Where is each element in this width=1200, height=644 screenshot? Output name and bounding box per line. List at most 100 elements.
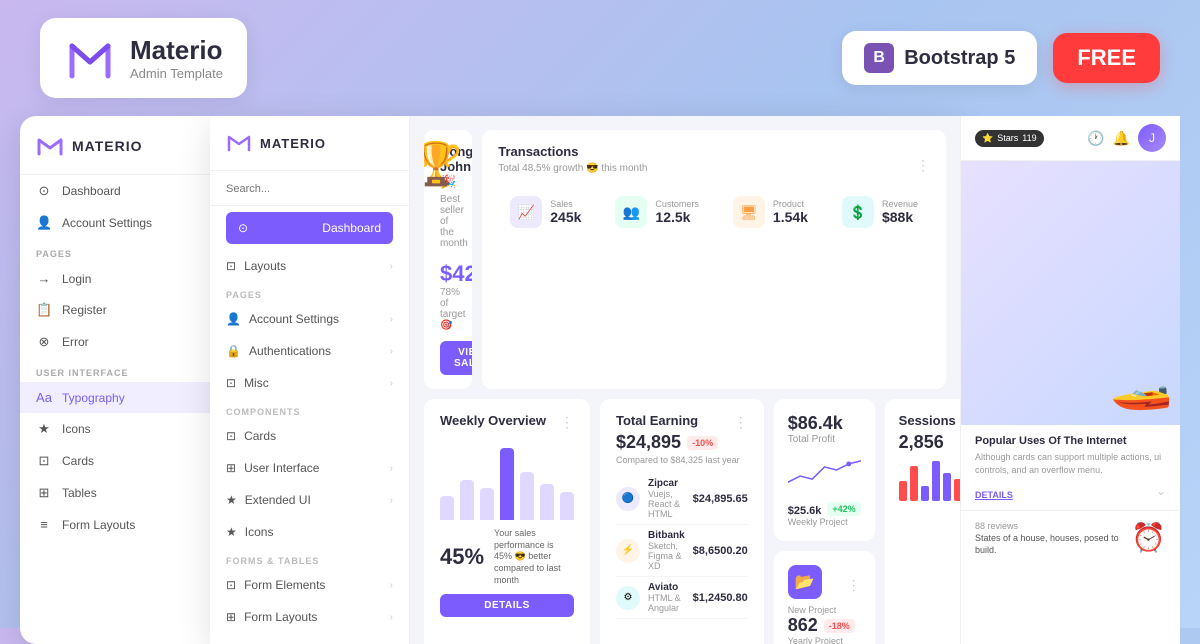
sidebar-item-tables[interactable]: ⊞ Tables	[20, 477, 210, 509]
main-area: MATERIO ⊙ Dashboard 👤 Account Settings P…	[0, 116, 1200, 644]
search-input[interactable]	[226, 183, 393, 195]
earning-item-zipcar: 🔵 Zipcar Vuejs, React & HTML $24,895.65	[616, 473, 748, 525]
bitbank-icon: ⚡	[616, 539, 640, 563]
dashboard-content: Congratulations John! 🎉 Best seller of t…	[410, 116, 960, 644]
nav-item-cards[interactable]: ⊡Cards	[210, 420, 409, 452]
right-bottom: Popular Uses Of The Internet Although ca…	[961, 425, 1180, 510]
earning-menu[interactable]: ⋮	[734, 414, 748, 431]
product-icon: 🖥	[733, 196, 765, 228]
account-icon: 👤	[36, 215, 52, 231]
nav-header: MATERIO	[210, 116, 409, 171]
bar-6	[540, 484, 554, 520]
nav-dashboard-label: Dashboard	[322, 221, 381, 235]
error-icon: ⊗	[36, 334, 52, 350]
bar-4	[500, 448, 514, 520]
sidebar-item-form-layouts[interactable]: ≡ Form Layouts	[20, 509, 210, 540]
nav-item-misc[interactable]: ⊡Misc ›	[210, 367, 409, 399]
nav-search[interactable]	[210, 171, 409, 206]
nav-forms-label: FORMS & TABLES	[210, 548, 409, 569]
project-badge: -18%	[824, 619, 855, 633]
nav-form-elem-icon: ⊡	[226, 578, 236, 592]
sessions-card: Sessions 2,856	[885, 399, 960, 644]
center-panel: MATERIO ⊙ Dashboard ⊡Layouts › PAGES 👤Ac…	[210, 116, 960, 644]
reviews-count: 88 reviews	[975, 521, 1123, 531]
nav-item-form-elements[interactable]: ⊡Form Elements ›	[210, 569, 409, 601]
free-badge: FREE	[1053, 33, 1160, 83]
register-icon: 📋	[36, 302, 52, 318]
transactions-header: Transactions Total 48.5% growth 😎 this m…	[498, 144, 930, 186]
nav-icons-label: Icons	[245, 525, 274, 539]
typography-icon: Aa	[36, 390, 52, 405]
nav-logo: MATERIO	[226, 130, 326, 156]
aviato-info: Aviato HTML & Angular	[648, 582, 685, 613]
project-menu[interactable]: ⋮	[847, 577, 861, 594]
new-project-card: 📂 ⋮ New Project 862 -18% Yearly Project	[774, 551, 875, 644]
right-bottom-section: 88 reviews States of a house, houses, po…	[961, 510, 1180, 566]
nav-misc-icon: ⊡	[226, 376, 236, 390]
sidebar-item-icons[interactable]: ★ Icons	[20, 413, 210, 445]
stat-revenue: 💲 Revenue $88k	[830, 186, 930, 238]
expand-icon[interactable]: ⌄	[1156, 484, 1166, 498]
right-panel: ⭐ Stars 119 🕐 🔔 J 🚤 Popular Uses Of The …	[960, 116, 1180, 644]
nav-item-tables[interactable]: ⊞Tables	[210, 633, 409, 644]
nav-cards-icon: ⊡	[226, 429, 236, 443]
app-name: Materio	[130, 35, 223, 66]
sidebar-tables-label: Tables	[62, 486, 97, 500]
bitbank-info: Bitbank Sketch, Figma & XD	[648, 530, 685, 571]
transactions-menu[interactable]: ⋮	[916, 157, 930, 174]
earning-title: Total Earning	[616, 413, 698, 428]
bar-7	[560, 492, 574, 520]
nav-item-authentications[interactable]: 🔒Authentications ›	[210, 335, 409, 367]
project-icon: 📂	[788, 565, 822, 599]
bitbank-amount: $8,6500.20	[693, 545, 748, 557]
sidebar-item-dashboard[interactable]: ⊙ Dashboard	[20, 175, 210, 207]
sidebar-cards-label: Cards	[62, 454, 94, 468]
nav-dashboard-icon: ⊙	[238, 221, 248, 235]
bootstrap-icon: B	[864, 43, 894, 73]
project-value: 862	[788, 615, 818, 636]
customers-info: Customers 12.5k	[655, 199, 699, 225]
revenue-icon: 💲	[842, 196, 874, 228]
zipcar-sub: Vuejs, React & HTML	[648, 489, 685, 519]
customers-icon: 👥	[615, 196, 647, 228]
pages-section-label: PAGES	[20, 239, 210, 263]
weekly-chart	[440, 440, 574, 520]
sidebar-item-typography[interactable]: Aa Typography	[20, 382, 210, 413]
nav-item-account-settings[interactable]: 👤Account Settings ›	[210, 303, 409, 335]
bootstrap-label: Bootstrap 5	[904, 47, 1015, 70]
nav-item-icons[interactable]: ★Icons	[210, 516, 409, 548]
materio-logo	[64, 32, 116, 84]
details-link[interactable]: DETAILS	[975, 490, 1013, 500]
nav-item-extended-ui[interactable]: ★Extended UI ›	[210, 484, 409, 516]
profit-amount: $86.4k	[788, 413, 843, 434]
sidebar-error-label: Error	[62, 335, 89, 349]
avatar[interactable]: J	[1138, 124, 1166, 152]
revenue-value: $88k	[882, 209, 918, 225]
sales-value: 245k	[550, 209, 581, 225]
logo-box: Materio Admin Template	[40, 18, 247, 98]
sidebar-item-error[interactable]: ⊗ Error	[20, 326, 210, 358]
weekly-percent: 45%	[440, 544, 484, 570]
sidebar-account-label: Account Settings	[62, 216, 152, 230]
aviato-amount: $1,2450.80	[693, 592, 748, 604]
weekly-details-button[interactable]: DETAILS	[440, 594, 574, 617]
nav-item-form-layouts[interactable]: ⊞Form Layouts ›	[210, 601, 409, 633]
weekly-menu[interactable]: ⋮	[560, 414, 574, 431]
view-sales-button[interactable]: VIEW SALES	[440, 341, 472, 375]
nav-item-user-interface[interactable]: ⊞User Interface ›	[210, 452, 409, 484]
nav-ui-arrow: ›	[390, 463, 393, 474]
project-header: 📂 ⋮	[788, 565, 861, 605]
nav-item-layouts[interactable]: ⊡Layouts ›	[210, 250, 409, 282]
sidebar-item-cards[interactable]: ⊡ Cards	[20, 445, 210, 477]
product-label: Product	[773, 199, 808, 209]
nav-item-dashboard[interactable]: ⊙ Dashboard	[226, 212, 393, 244]
earning-item-bitbank: ⚡ Bitbank Sketch, Figma & XD $8,6500.20	[616, 525, 748, 577]
bar-5	[520, 472, 534, 520]
sessions-bars	[899, 461, 960, 501]
sidebar-item-register[interactable]: 📋 Register	[20, 294, 210, 326]
sidebar-item-login[interactable]: → Login	[20, 263, 210, 294]
sidebar-item-account[interactable]: 👤 Account Settings	[20, 207, 210, 239]
sidebar-logo-icon	[36, 132, 64, 160]
stars-count: ⭐ Stars 119	[975, 130, 1044, 147]
weekly-performance: Your sales performance is 45% 😎 better c…	[494, 528, 574, 586]
